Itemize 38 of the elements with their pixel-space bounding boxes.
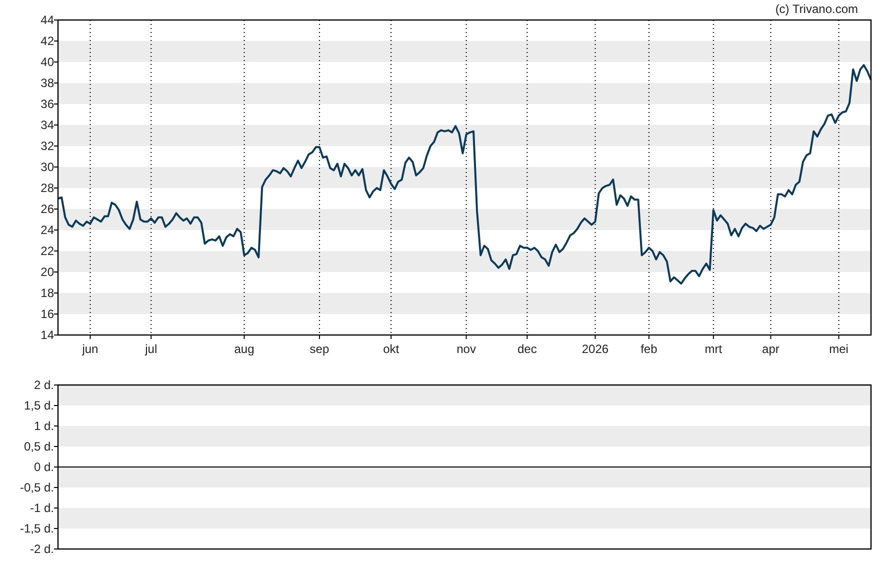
y-axis-label: 38 — [40, 76, 54, 90]
y-axis-label: 30 — [40, 160, 54, 174]
x-axis-label: aug — [234, 342, 254, 356]
x-axis-label: sep — [310, 342, 330, 356]
y-axis-label: 22 — [40, 244, 54, 258]
y-axis-label: 1,5 d. — [24, 398, 54, 412]
y-axis-label: -2 d. — [30, 542, 54, 556]
y-axis-label: 42 — [40, 34, 54, 48]
x-axis-label: mei — [829, 342, 848, 356]
x-axis-label: 2026 — [582, 342, 609, 356]
y-axis-label: 16 — [40, 307, 54, 321]
x-axis-label: feb — [640, 342, 658, 356]
copyright-notice: (c) Trivano.com — [775, 2, 858, 16]
y-axis-label: 40 — [40, 55, 54, 69]
y-axis-label: 32 — [40, 139, 54, 153]
x-axis-label: mrt — [704, 342, 722, 356]
y-axis-label: 14 — [40, 328, 54, 342]
y-axis-label: 28 — [40, 181, 54, 195]
y-axis-label: 36 — [40, 97, 54, 111]
y-axis-label: 26 — [40, 202, 54, 216]
y-axis-label: -0,5 d. — [20, 480, 54, 494]
x-axis-label: dec — [518, 342, 537, 356]
y-axis-label: 1 d. — [34, 419, 54, 433]
x-axis-label: apr — [762, 342, 780, 356]
y-axis-label: 20 — [40, 265, 54, 279]
y-axis-label: -1,5 d. — [20, 522, 54, 536]
y-axis-label: 18 — [40, 286, 54, 300]
y-axis-label: 0,5 d. — [24, 440, 54, 454]
x-axis-label: okt — [383, 342, 400, 356]
y-axis-label: 44 — [40, 13, 54, 27]
x-axis-label: jun — [82, 342, 98, 356]
y-axis-label: 24 — [40, 223, 54, 237]
y-axis-label: -1 d. — [30, 501, 54, 515]
x-axis-label: nov — [456, 342, 476, 356]
x-axis-label: jul — [145, 342, 158, 356]
y-axis-label: 2 d. — [34, 378, 54, 392]
y-axis-label: 0 d. — [34, 460, 54, 474]
y-axis-label: 34 — [40, 118, 54, 132]
